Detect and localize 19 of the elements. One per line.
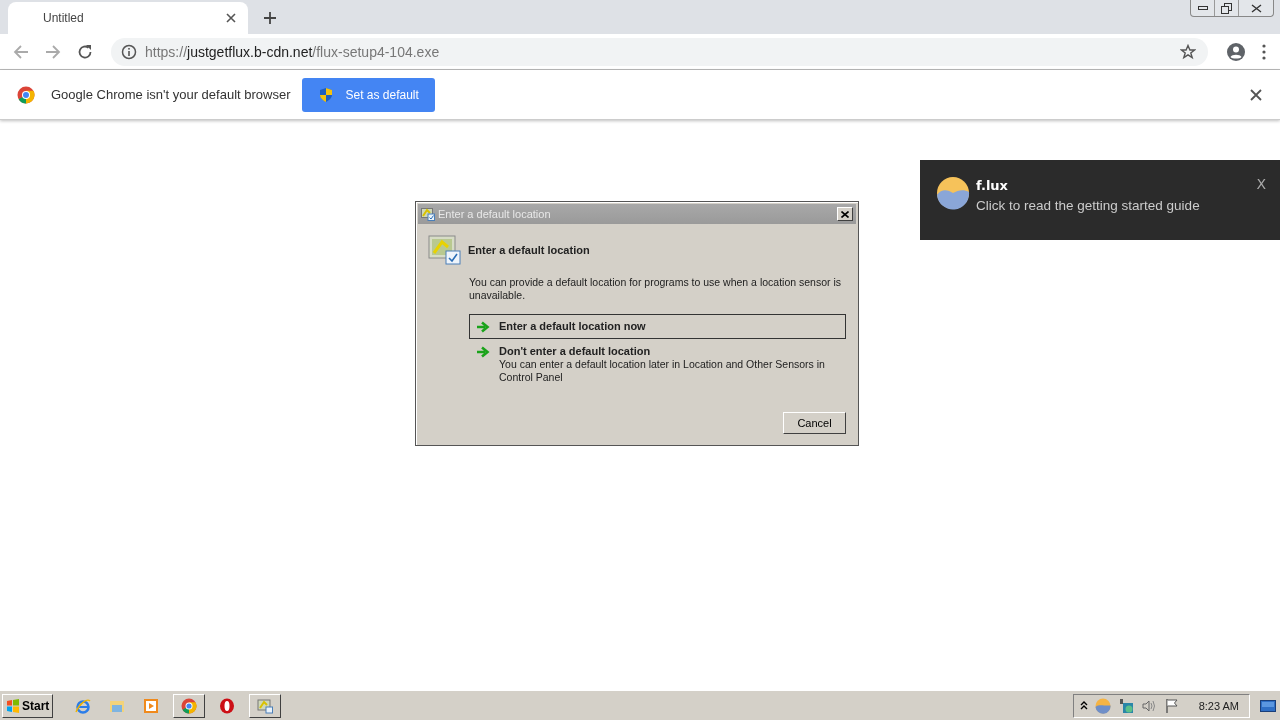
command-link[interactable]: Don't enter a default location You can enter a default location later in Location and Other Sensors in Control Panel — [469, 339, 846, 390]
notification-title: f.lux — [976, 178, 1009, 193]
command-link-description: You can enter a default location later in Location and Other Sensors in Control Panel — [499, 358, 826, 384]
dialog-heading: Enter a default location — [468, 244, 590, 256]
dialog-description: You can provide a default location for programs to use when a location sensor is unavailable. — [469, 276, 842, 302]
notification-toast[interactable]: f.lux Click to read the getting started guide X — [920, 160, 1280, 240]
notification-message: Click to read the getting started guide — [976, 198, 1201, 213]
clock[interactable]: 8:23 AM — [1198, 699, 1239, 712]
cancel-button[interactable]: Cancel — [783, 412, 846, 434]
command-link-title: Don't enter a default location — [499, 345, 652, 357]
command-link-title: Enter a default location now — [499, 320, 646, 332]
start-button[interactable]: Start — [2, 693, 54, 718]
infobar-message: Google Chrome isn't your default browser — [51, 87, 291, 102]
command-link[interactable]: Enter a default location now — [469, 314, 846, 339]
set-default-button[interactable]: Set as default — [302, 77, 435, 112]
browser-tab[interactable]: Untitled — [8, 2, 248, 34]
close-button[interactable]: X — [1256, 176, 1266, 192]
address-bar[interactable]: https://justgetflux.b-cdn.net/flux-setup4-104.exe — [111, 37, 1208, 66]
dialog-title: Enter a default location — [438, 208, 552, 220]
